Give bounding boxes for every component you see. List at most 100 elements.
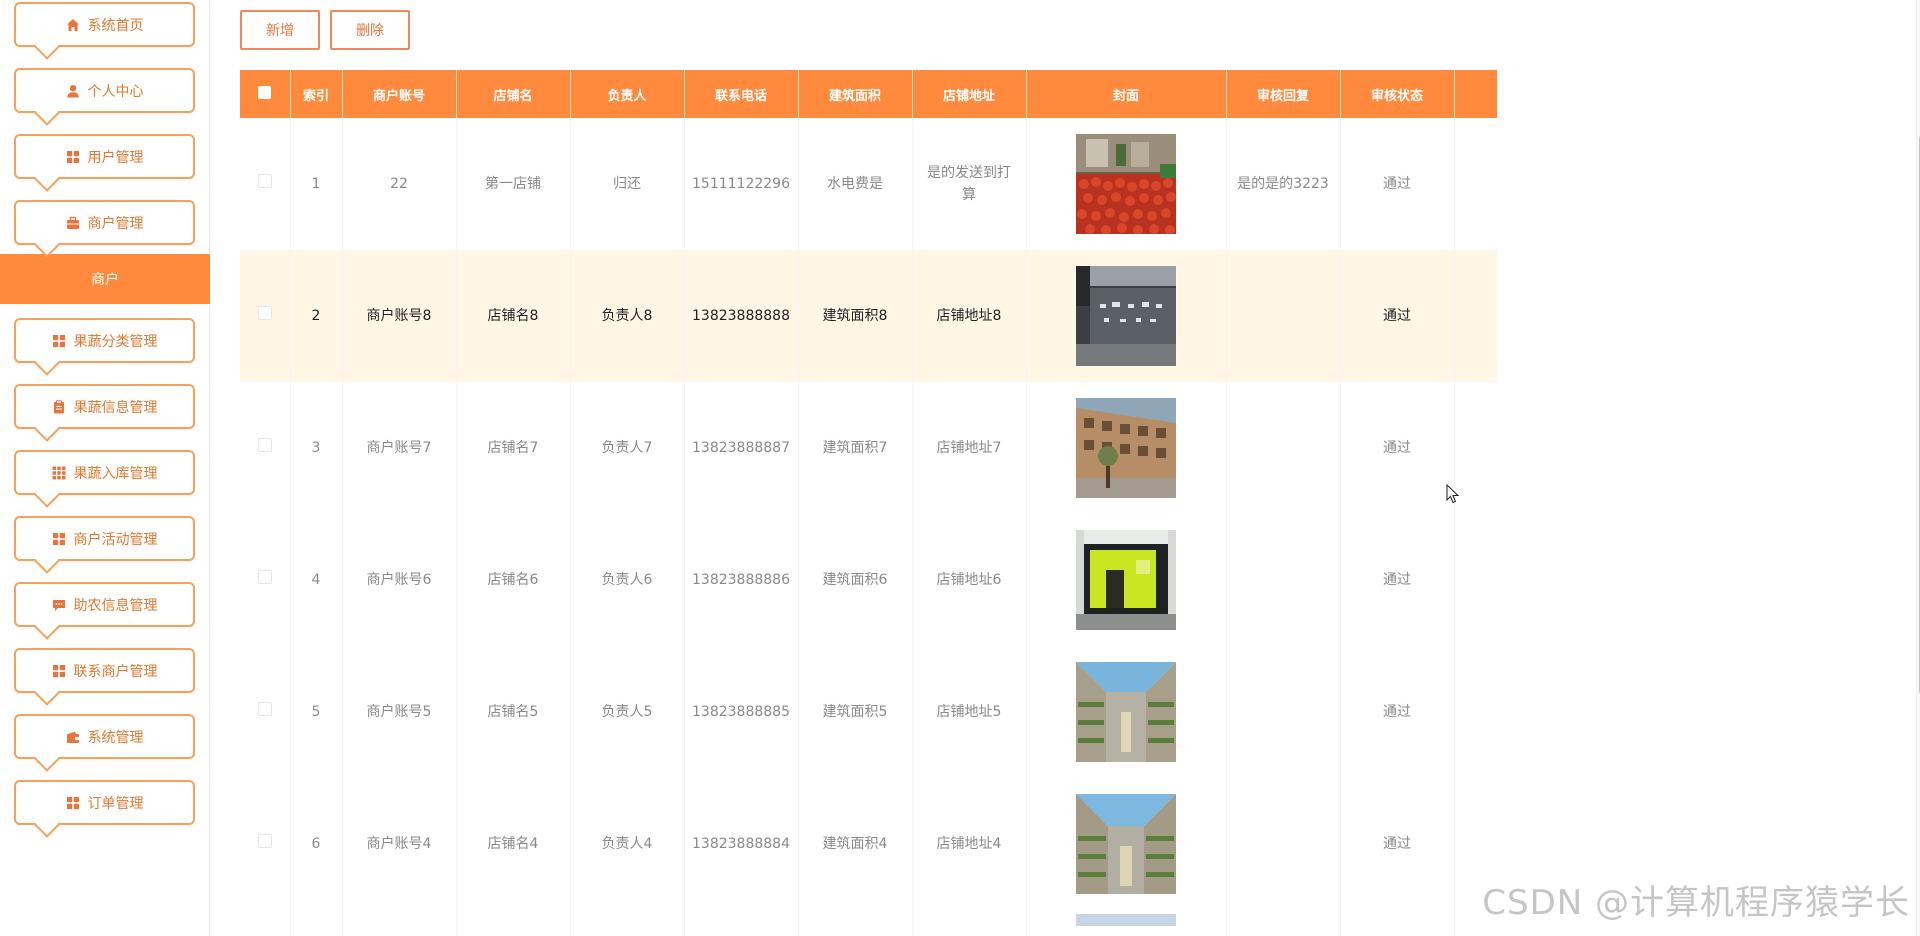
home-icon (66, 18, 80, 32)
sidebar-item-label: 果蔬信息管理 (73, 399, 158, 416)
cell-shop-name: 店铺名5 (456, 646, 571, 778)
cell-shop-name: 店铺名6 (456, 514, 571, 646)
table-header-row: 索引 商户账号 店铺名 负责人 联系电话 建筑面积 店铺地址 封面 审核回复 审… (240, 70, 1497, 118)
merchant-table-container: 索引 商户账号 店铺名 负责人 联系电话 建筑面积 店铺地址 封面 审核回复 审… (240, 70, 1497, 936)
cell-shop-name: 店铺名7 (456, 382, 571, 514)
sidebar-item-label: 果蔬分类管理 (73, 333, 158, 350)
row-select-cell[interactable] (240, 646, 291, 778)
cell-shop-name: 第一店铺 (456, 118, 571, 250)
table-row: 5 商户账号5 店铺名5 负责人5 13823888885 建筑面积5 店铺地址… (240, 646, 1497, 778)
sidebar-item-profile[interactable]: 个人中心 (14, 68, 195, 113)
sidebar-subitem-merchant[interactable]: 商户 (0, 254, 210, 304)
row-select-cell[interactable] (240, 514, 291, 646)
cell-audit-reply (1226, 646, 1341, 778)
cover-image[interactable] (1076, 530, 1176, 630)
cell-audit-status: 通过 (1340, 778, 1455, 910)
row-checkbox[interactable] (257, 834, 272, 848)
cover-image[interactable] (1076, 266, 1176, 366)
row-checkbox[interactable] (257, 306, 272, 320)
cell-owner: 归还 (570, 118, 685, 250)
cover-image[interactable] (1076, 398, 1176, 498)
cover-image[interactable] (1076, 134, 1176, 234)
header-phone: 联系电话 (684, 70, 799, 118)
cell-shop-name: 店铺名4 (456, 778, 571, 910)
cell-account: 商户账号7 (342, 382, 457, 514)
sidebar-item-label: 系统管理 (87, 729, 144, 746)
grid-icon (52, 664, 66, 678)
sidebar-item-system-management[interactable]: 系统管理 (14, 714, 195, 759)
cover-image[interactable] (1076, 794, 1176, 894)
chat-icon (52, 598, 66, 612)
sidebar-item-merchant-activity[interactable]: 商户活动管理 (14, 516, 195, 561)
cell-address: 是的发送到打算 (912, 118, 1027, 250)
merchant-table: 索引 商户账号 店铺名 负责人 联系电话 建筑面积 店铺地址 封面 审核回复 审… (240, 70, 1497, 936)
select-all-checkbox[interactable] (258, 85, 272, 99)
sidebar-item-contact-merchant[interactable]: 联系商户管理 (14, 648, 195, 693)
cell-address: 店铺地址5 (912, 646, 1027, 778)
sidebar-item-produce-info[interactable]: 果蔬信息管理 (14, 384, 195, 429)
cell-index: 2 (290, 250, 343, 382)
cell-address: 店铺地址7 (912, 382, 1027, 514)
table-row: 3 商户账号7 店铺名7 负责人7 13823888887 建筑面积7 店铺地址… (240, 382, 1497, 514)
sidebar-item-home[interactable]: 系统首页 (14, 2, 195, 47)
row-checkbox[interactable] (257, 702, 272, 716)
cover-image[interactable] (1076, 662, 1176, 762)
cell-cover (1026, 250, 1227, 382)
cell-audit: 审核 (1454, 514, 1497, 646)
cell-cover (1026, 118, 1227, 250)
main-content: 新增 删除 索引 商户账号 店铺名 负责人 联系电话 建筑面积 店铺地址 封面 … (210, 0, 1920, 936)
cell-audit-reply (1226, 514, 1341, 646)
row-select-cell[interactable] (240, 778, 291, 910)
header-address: 店铺地址 (912, 70, 1027, 118)
cell-address: 店铺地址6 (912, 514, 1027, 646)
table-row: 4 商户账号6 店铺名6 负责人6 13823888886 建筑面积6 店铺地址… (240, 514, 1497, 646)
cell-audit-reply (1226, 778, 1341, 910)
header-cover: 封面 (1026, 70, 1227, 118)
header-account: 商户账号 (342, 70, 457, 118)
sidebar-item-order-management[interactable]: 订单管理 (14, 780, 195, 825)
cell-audit-status: 通过 (1340, 646, 1455, 778)
cell-audit-reply: 是的是的3223 (1226, 118, 1341, 250)
cell-audit-status: 通过 (1340, 514, 1455, 646)
add-button[interactable]: 新增 (240, 10, 320, 50)
grid-icon (66, 796, 80, 810)
table-row: 1 22 第一店铺 归还 15111122296 水电费是 是的发送到打算 是的… (240, 118, 1497, 250)
header-audit: 审核 (1454, 70, 1497, 118)
cell-area: 建筑面积4 (798, 778, 913, 910)
cell-area: 建筑面积5 (798, 646, 913, 778)
grid-icon (52, 532, 66, 546)
delete-selected-button[interactable]: 删除 (330, 10, 410, 50)
row-select-cell[interactable] (240, 250, 291, 382)
sidebar-item-farm-aid-info[interactable]: 助农信息管理 (14, 582, 195, 627)
cell-cover (1026, 382, 1227, 514)
sidebar-item-user-management[interactable]: 用户管理 (14, 134, 195, 179)
sidebar-item-label: 商户活动管理 (73, 531, 158, 548)
row-checkbox[interactable] (257, 570, 272, 584)
mouse-cursor-icon (1446, 484, 1460, 504)
cell-area: 建筑面积8 (798, 250, 913, 382)
header-audit-reply: 审核回复 (1226, 70, 1341, 118)
cell-cover (1026, 646, 1227, 778)
briefcase-icon (66, 216, 80, 230)
sidebar-item-label: 果蔬入库管理 (73, 465, 158, 482)
grid-icon (52, 334, 66, 348)
cell-account: 商户账号8 (342, 250, 457, 382)
cell-phone: 13823888884 (684, 778, 799, 910)
sidebar: 系统首页 个人中心 用户管理 商户管理 商户 果蔬分类管理 果蔬信息管理 果蔬入… (0, 0, 210, 936)
cell-account: 商户账号5 (342, 646, 457, 778)
row-select-cell[interactable] (240, 382, 291, 514)
header-owner: 负责人 (570, 70, 685, 118)
sidebar-item-merchant-management[interactable]: 商户管理 (14, 200, 195, 245)
cell-area: 水电费是 (798, 118, 913, 250)
header-select-all[interactable] (240, 70, 291, 118)
cell-index: 4 (290, 514, 343, 646)
sidebar-item-produce-stock-in[interactable]: 果蔬入库管理 (14, 450, 195, 495)
row-checkbox[interactable] (257, 174, 272, 188)
cell-cover (1026, 514, 1227, 646)
cover-image[interactable] (1076, 914, 1176, 926)
cell-phone: 13823888888 (684, 250, 799, 382)
header-shop-name: 店铺名 (456, 70, 571, 118)
sidebar-item-produce-category[interactable]: 果蔬分类管理 (14, 318, 195, 363)
row-checkbox[interactable] (257, 438, 272, 452)
row-select-cell[interactable] (240, 118, 291, 250)
